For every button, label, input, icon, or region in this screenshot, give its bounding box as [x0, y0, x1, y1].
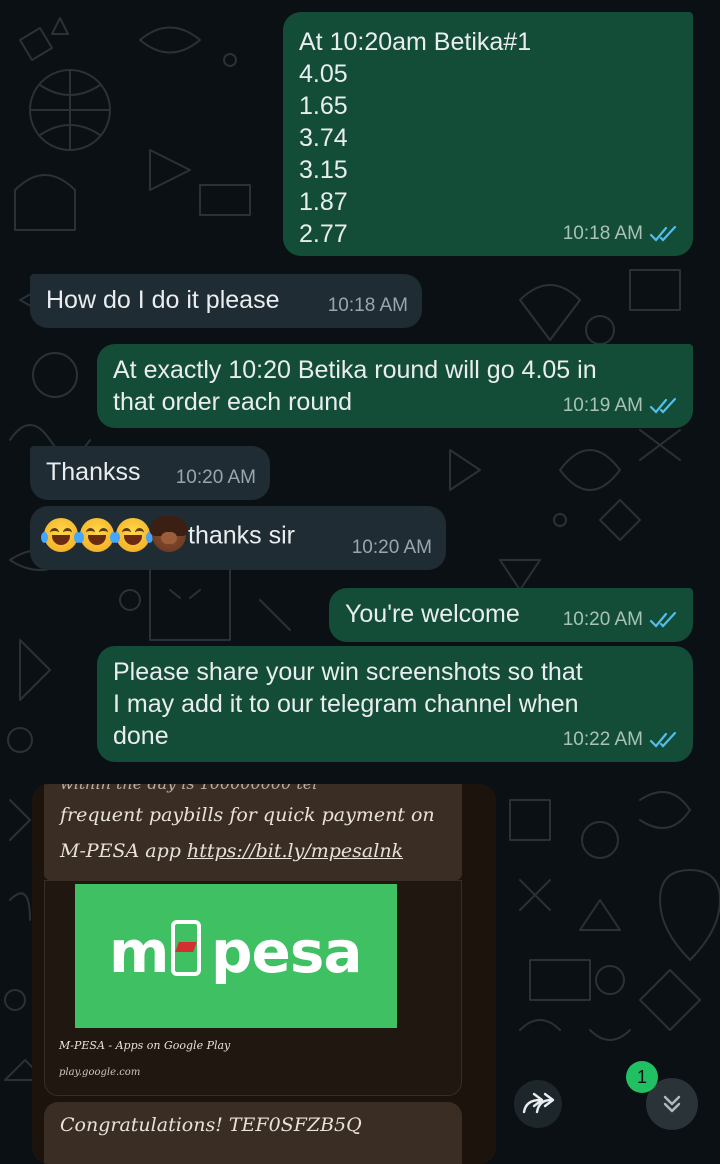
message-meta: 10:18 AM: [563, 218, 679, 250]
sms-text-line: frequent paybills for quick payment on: [60, 804, 435, 826]
double-check-icon: [649, 225, 677, 242]
incoming-message[interactable]: How do I do it please 10:18 AM: [30, 274, 422, 328]
double-check-icon: [649, 611, 677, 628]
mpesa-logo-m: m: [109, 918, 169, 986]
image-message[interactable]: within the day is 100000000 tel frequent…: [32, 784, 496, 1164]
sms-cut-text: within the day is 100000000 tel: [60, 784, 317, 793]
sms-bubble-top: within the day is 100000000 tel frequent…: [44, 784, 462, 880]
double-chevron-down-icon: [663, 1095, 681, 1113]
message-time: 10:20 AM: [562, 609, 643, 630]
double-check-icon: [649, 731, 677, 748]
message-meta: 10:22 AM: [563, 724, 679, 756]
outgoing-message[interactable]: At 10:20am Betika#1 4.05 1.65 3.74 3.15 …: [283, 12, 693, 256]
link-preview[interactable]: m pesa M-PESA - Apps on Google Play play…: [44, 880, 462, 1096]
mpesa-logo: m pesa: [75, 884, 397, 1028]
person-facepalming-icon: [150, 516, 188, 553]
link-title: M-PESA - Apps on Google Play: [59, 1039, 231, 1052]
message-meta: 10:20 AM: [176, 462, 256, 494]
phone-icon: [171, 920, 201, 976]
outgoing-message[interactable]: You're welcome 10:20 AM: [329, 588, 693, 642]
message-meta: 10:19 AM: [563, 390, 679, 422]
message-time: 10:20 AM: [351, 537, 432, 558]
link-domain: play.google.com: [59, 1067, 141, 1078]
face-with-tears-of-joy-icon: [41, 518, 81, 553]
outgoing-message[interactable]: At exactly 10:20 Betika round will go 4.…: [97, 344, 693, 428]
message-meta: 10:20 AM: [563, 604, 679, 636]
message-text: At 10:20am Betika#1 4.05 1.65 3.74 3.15 …: [299, 28, 532, 248]
sms-bubble-bottom: Congratulations! TEF0SFZB5Q: [44, 1102, 462, 1164]
mpesa-logo-pesa: pesa: [211, 918, 363, 986]
message-time: 10:18 AM: [327, 295, 408, 316]
message-time: 10:19 AM: [562, 395, 643, 416]
face-with-tears-of-joy-icon: [113, 518, 153, 553]
message-time: 10:20 AM: [175, 467, 256, 488]
outgoing-message[interactable]: Please share your win screenshots so tha…: [97, 646, 693, 762]
message-time: 10:22 AM: [562, 729, 643, 750]
forward-icon: [522, 1092, 555, 1114]
message-time: 10:18 AM: [562, 223, 643, 244]
sms-link[interactable]: https://bit.ly/mpesalnk: [187, 840, 403, 862]
sms-text-line: Congratulations! TEF0SFZB5Q: [60, 1114, 362, 1136]
face-with-tears-of-joy-icon: [77, 518, 117, 553]
incoming-message[interactable]: thanks sir 10:20 AM: [30, 506, 446, 570]
message-meta: 10:18 AM: [328, 290, 408, 322]
double-check-icon: [649, 397, 677, 414]
incoming-message[interactable]: Thankss 10:20 AM: [30, 446, 270, 500]
forward-button[interactable]: [514, 1080, 562, 1128]
sms-text-line: M-PESA app https://bit.ly/mpesalnk: [60, 840, 404, 862]
message-meta: 10:20 AM: [352, 532, 432, 564]
unread-count-badge: 1: [626, 1061, 658, 1093]
